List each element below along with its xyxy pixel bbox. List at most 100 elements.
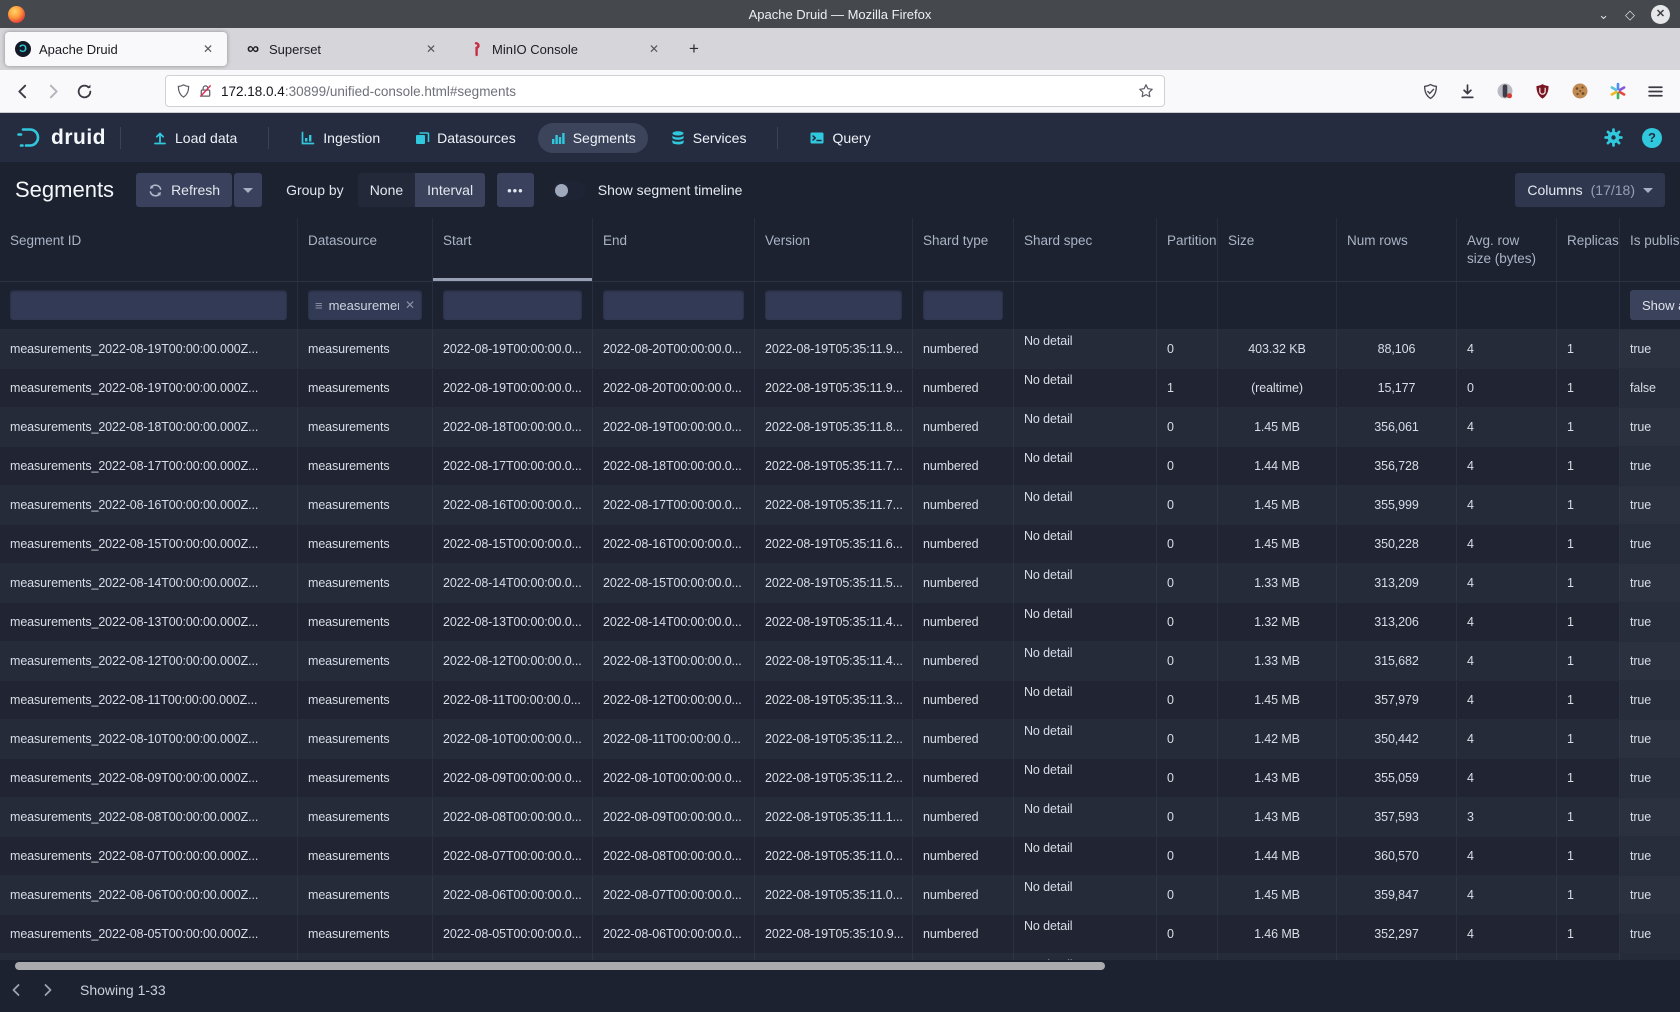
filter-input[interactable] <box>443 290 582 320</box>
window-titlebar: Apache Druid — Mozilla Firefox ⌄ ◇ ✕ <box>0 0 1680 28</box>
table-row[interactable]: measurements_2022-08-15T00:00:00.000Z...… <box>0 525 1680 564</box>
filter-icon: ≡ <box>315 298 323 313</box>
nav-item-services[interactable]: Services <box>658 123 759 153</box>
segments-table: Segment IDDatasourceStartEndVersionShard… <box>0 218 1680 960</box>
reload-icon[interactable] <box>76 83 93 100</box>
next-page-icon[interactable] <box>32 979 64 1001</box>
column-header-start[interactable]: Start <box>433 218 593 281</box>
cell-size: 1.44 MB <box>1218 837 1337 875</box>
column-header-num-rows[interactable]: Num rows <box>1337 218 1457 281</box>
close-icon[interactable]: ✕ <box>1651 5 1670 24</box>
datasource-filter-input[interactable]: ≡measurements✕ <box>308 290 422 320</box>
nav-item-load-data[interactable]: Load data <box>140 123 249 153</box>
table-row[interactable]: measurements_2022-08-11T00:00:00.000Z...… <box>0 681 1680 720</box>
druid-logo[interactable]: druid <box>14 123 106 153</box>
group-by-none-button[interactable]: None <box>358 173 415 207</box>
filter-input[interactable] <box>603 290 744 320</box>
column-header-size[interactable]: Size <box>1218 218 1337 281</box>
new-tab-button[interactable]: + <box>689 39 699 59</box>
tab-title: Apache Druid <box>39 42 199 57</box>
column-header-end[interactable]: End <box>593 218 755 281</box>
protections-shield-icon[interactable] <box>1422 83 1439 100</box>
table-row[interactable]: measurements_2022-08-12T00:00:00.000Z...… <box>0 642 1680 681</box>
tab-close-icon[interactable]: ✕ <box>645 40 663 58</box>
prev-page-icon[interactable] <box>0 979 32 1001</box>
table-row[interactable]: measurements_2022-08-18T00:00:00.000Z...… <box>0 408 1680 447</box>
browser-tab[interactable]: ∞Superset✕ <box>235 32 450 66</box>
extension-badger-icon[interactable] <box>1496 82 1514 100</box>
filter-input[interactable] <box>765 290 902 320</box>
filter-input[interactable] <box>10 290 287 320</box>
tab-close-icon[interactable]: ✕ <box>199 40 217 58</box>
forward-icon[interactable] <box>45 83 62 100</box>
help-icon[interactable]: ? <box>1642 128 1662 148</box>
refresh-dropdown-button[interactable] <box>234 173 262 207</box>
table-row[interactable]: measurements_2022-08-07T00:00:00.000Z...… <box>0 837 1680 876</box>
clear-filter-icon[interactable]: ✕ <box>405 298 415 312</box>
is-published-filter-button[interactable]: Show all <box>1630 290 1680 320</box>
bookmark-star-icon[interactable] <box>1138 83 1154 99</box>
column-header-replicas[interactable]: Replicas <box>1557 218 1620 281</box>
pinwheel-extension-icon[interactable] <box>1609 82 1627 100</box>
table-row[interactable]: measurements_2022-08-19T00:00:00.000Z...… <box>0 330 1680 369</box>
cell-shard-spec: No detail <box>1014 369 1157 407</box>
table-row[interactable]: measurements_2022-08-05T00:00:00.000Z...… <box>0 915 1680 954</box>
column-header-is-published[interactable]: Is published <box>1620 218 1680 281</box>
cell-end: 2022-08-18T00:00:00.0... <box>593 447 755 485</box>
table-row[interactable]: measurements_2022-08-16T00:00:00.000Z...… <box>0 486 1680 525</box>
column-header-segment-id[interactable]: Segment ID <box>0 218 298 281</box>
page-title: Segments <box>15 177 114 203</box>
table-row[interactable]: measurements_2022-08-13T00:00:00.000Z...… <box>0 603 1680 642</box>
column-header-avg-row-size-bytes-[interactable]: Avg. row size (bytes) <box>1457 218 1557 281</box>
cell-datasource: measurements <box>298 486 433 524</box>
group-by-interval-button[interactable]: Interval <box>415 173 485 207</box>
cell-shard-type: numbered <box>913 525 1014 563</box>
insecure-lock-icon[interactable] <box>198 83 213 99</box>
cell-avg-row-size-bytes-: 4 <box>1457 330 1557 368</box>
more-options-button[interactable]: ••• <box>497 173 534 207</box>
column-header-version[interactable]: Version <box>755 218 913 281</box>
maximize-icon[interactable]: ◇ <box>1625 8 1635 21</box>
cookie-icon[interactable] <box>1571 82 1589 100</box>
column-header-shard-type[interactable]: Shard type <box>913 218 1014 281</box>
table-row[interactable]: measurements_2022-08-08T00:00:00.000Z...… <box>0 798 1680 837</box>
settings-gear-icon[interactable] <box>1603 127 1624 148</box>
table-row[interactable]: measurements_2022-08-17T00:00:00.000Z...… <box>0 447 1680 486</box>
url-text[interactable]: 172.18.0.4:30899/unified-console.html#se… <box>221 84 1138 99</box>
menu-hamburger-icon[interactable] <box>1647 83 1664 100</box>
cell-version: 2022-08-19T05:35:11.4... <box>755 603 913 641</box>
cell-datasource: measurements <box>298 759 433 797</box>
column-header-datasource[interactable]: Datasource <box>298 218 433 281</box>
table-row[interactable]: measurements_2022-08-09T00:00:00.000Z...… <box>0 759 1680 798</box>
table-row[interactable]: measurements_2022-08-10T00:00:00.000Z...… <box>0 720 1680 759</box>
ublock-icon[interactable] <box>1534 83 1551 100</box>
superset-favicon: ∞ <box>245 41 261 57</box>
column-header-shard-spec[interactable]: Shard spec <box>1014 218 1157 281</box>
back-icon[interactable] <box>14 83 31 100</box>
nav-item-ingestion[interactable]: Ingestion <box>288 123 392 153</box>
shield-icon[interactable] <box>176 83 191 99</box>
minimize-icon[interactable]: ⌄ <box>1598 8 1609 21</box>
refresh-button[interactable]: Refresh <box>136 173 232 207</box>
tab-close-icon[interactable]: ✕ <box>422 40 440 58</box>
horizontal-scrollbar[interactable] <box>15 962 1105 970</box>
cell-size: 1.45 MB <box>1218 681 1337 719</box>
cell-version: 2022-08-19T05:35:11.8... <box>755 408 913 446</box>
downloads-icon[interactable] <box>1459 83 1476 100</box>
nav-item-datasources[interactable]: Datasources <box>402 123 528 153</box>
filter-input[interactable] <box>923 290 1003 320</box>
cell-version: 2022-08-19T05:35:11.7... <box>755 447 913 485</box>
segment-timeline-toggle[interactable] <box>552 181 586 200</box>
cell-is-published: true <box>1620 681 1680 719</box>
column-header-partition[interactable]: Partition <box>1157 218 1218 281</box>
cell-is-published: true <box>1620 525 1680 563</box>
browser-tab[interactable]: MinIO Console✕ <box>458 32 673 66</box>
table-row[interactable]: measurements_2022-08-19T00:00:00.000Z...… <box>0 369 1680 408</box>
browser-tab[interactable]: ƆApache Druid✕ <box>5 32 227 66</box>
table-row[interactable]: measurements_2022-08-06T00:00:00.000Z...… <box>0 876 1680 915</box>
columns-button[interactable]: Columns (17/18) <box>1515 173 1665 207</box>
nav-item-query[interactable]: Query <box>797 123 882 153</box>
url-bar[interactable]: 172.18.0.4:30899/unified-console.html#se… <box>165 75 1165 107</box>
nav-item-segments[interactable]: Segments <box>538 123 648 153</box>
table-row[interactable]: measurements_2022-08-14T00:00:00.000Z...… <box>0 564 1680 603</box>
